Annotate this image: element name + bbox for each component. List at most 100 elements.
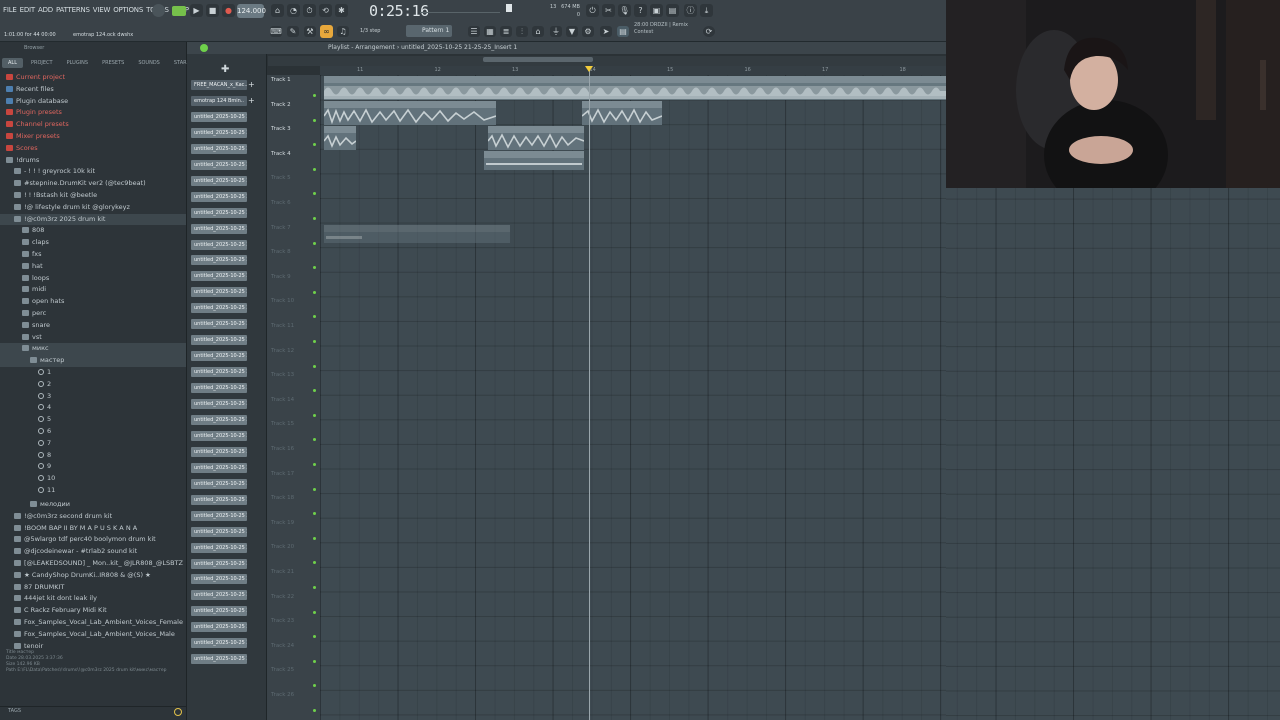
track-label[interactable]: Track 4 <box>271 151 291 157</box>
channel-button[interactable]: untitled_2025-10-25 21- <box>191 303 247 314</box>
browser-item[interactable]: 444jet kit dont leak ily <box>0 593 186 605</box>
track-label[interactable]: Track 8 <box>271 249 291 255</box>
channel-button[interactable]: untitled_2025-10-25 21- <box>191 399 247 409</box>
send-button[interactable]: ➤ <box>600 26 612 37</box>
track-label[interactable]: Track 3 <box>271 126 291 132</box>
browser-item[interactable]: [@LEAKEDSOUND] _ Mon..kit_ @JLR808_@LSBT… <box>0 558 186 570</box>
track-label[interactable]: Track 19 <box>271 520 294 526</box>
channel-button[interactable]: untitled_2025-10-25 21- <box>191 383 247 394</box>
channel-button[interactable]: untitled_2025-10-25 21- <box>191 414 247 425</box>
channel-button[interactable]: untitled_2025-10-25 21- <box>191 590 247 601</box>
channel-button[interactable]: untitled_2025-10-25 21- <box>191 574 247 585</box>
track-label[interactable]: Track 10 <box>271 298 294 304</box>
pattern-song-toggle[interactable] <box>172 6 186 16</box>
master-volume-knob[interactable] <box>152 4 165 17</box>
track-label[interactable]: Track 13 <box>271 372 294 378</box>
channel-button[interactable]: untitled_2025-10-25 21- <box>191 351 247 362</box>
browser-item[interactable]: vst <box>0 332 186 344</box>
audio-clip-track-2b[interactable]: untitled_2025-1...-47_Insert 1 <box>582 101 662 125</box>
playlist-button[interactable]: ☰ <box>468 26 480 37</box>
channel-button[interactable]: untitled_2025-10-25 21- <box>191 462 247 473</box>
channel-button[interactable]: untitled_2025-10-25 21- <box>191 510 247 521</box>
browser-button[interactable]: ⌂ <box>532 26 544 37</box>
tab-presets[interactable]: PRESETS <box>96 58 130 68</box>
track-label[interactable]: Track 5 <box>271 175 291 181</box>
track-label[interactable]: Track 16 <box>271 446 294 452</box>
channel-button[interactable]: untitled_2025-10-25 21- <box>191 494 247 505</box>
browser-item[interactable]: ! ! !Bstash kit @beetle <box>0 190 186 202</box>
stamp-button[interactable]: ♫ <box>337 26 349 37</box>
search-icon[interactable] <box>174 708 182 716</box>
info-button[interactable]: ⓘ <box>684 4 697 17</box>
browser-item[interactable]: 5 <box>0 414 186 426</box>
channel-button[interactable]: FREE_MACAN_x_Kac.. <box>191 80 247 90</box>
channel-button[interactable]: untitled_2025-10-25 21- <box>191 526 247 537</box>
help-button[interactable]: ? <box>634 4 647 17</box>
track-label[interactable]: Track 20 <box>271 544 294 550</box>
track-mute-led-icon[interactable] <box>313 659 316 663</box>
channel-button[interactable]: untitled_2025-10-25 21- <box>191 542 247 553</box>
track-label[interactable]: Track 11 <box>271 323 294 329</box>
timeline-ruler[interactable] <box>320 66 946 75</box>
channel-button[interactable]: untitled_2025-10-25 21- <box>191 223 247 234</box>
plugin-db-button[interactable]: ⏚ <box>550 26 562 37</box>
browser-item[interactable]: мелодии <box>0 499 186 511</box>
link-button[interactable]: ∞ <box>320 25 333 38</box>
browser-item[interactable]: 9 <box>0 461 186 473</box>
browser-item[interactable]: Fox_Samples_Vocal_Lab_Ambient_Voices_Fem… <box>0 617 186 629</box>
track-mute-led-icon[interactable] <box>313 290 316 294</box>
channel-rack-button[interactable]: ≣ <box>500 26 512 37</box>
snap-step-select[interactable]: 1/3 step <box>360 25 390 37</box>
add-to-playlist-icon[interactable]: + <box>248 80 256 90</box>
browser-item[interactable]: 3 <box>0 391 186 403</box>
mic-button[interactable]: 🎙 <box>618 4 631 17</box>
channel-button[interactable]: untitled_2025-10-25 21- <box>191 271 247 282</box>
tab-plugins[interactable]: PLUGINS <box>61 58 94 68</box>
browser-item[interactable]: Mixer presets <box>0 131 186 143</box>
blend-button[interactable]: ✱ <box>335 4 348 17</box>
channel-button[interactable]: untitled_2025-10-25 21- <box>191 638 247 649</box>
track-label[interactable]: Track 6 <box>271 200 291 206</box>
browser-item[interactable]: C Rackz February Midi Kit <box>0 605 186 617</box>
menu-options[interactable]: OPTIONS <box>113 6 143 14</box>
browser-item[interactable]: ★ CandyShop DrumKi..IR808 & @(S) ★ <box>0 570 186 582</box>
browser-item[interactable]: hat <box>0 261 186 273</box>
channel-button[interactable]: untitled_2025-10-25 21- <box>191 159 247 170</box>
track-mute-led-icon[interactable] <box>313 413 316 417</box>
browser-item[interactable]: Recent files <box>0 84 186 96</box>
tags-label[interactable]: TAGS <box>8 708 21 714</box>
save-button[interactable]: ▣ <box>650 4 663 17</box>
track-mute-led-icon[interactable] <box>313 167 316 171</box>
browser-item[interactable]: !BOOM BAP II BY M A P U S K A N A <box>0 523 186 535</box>
browser-item[interactable]: мастер <box>0 355 186 367</box>
menu-add[interactable]: ADD <box>38 6 53 14</box>
playlist-grid[interactable] <box>320 75 946 720</box>
channel-button[interactable]: untitled_2025-10-25 21- <box>191 430 247 441</box>
master-pitch-slider[interactable] <box>506 4 512 12</box>
channel-button[interactable]: untitled_2025-10-25 21- <box>191 335 247 346</box>
browser-item[interactable]: 2 <box>0 379 186 391</box>
track-label[interactable]: Track 18 <box>271 495 294 501</box>
track-label[interactable]: Track 21 <box>271 569 294 575</box>
loop-record-button[interactable]: ⟲ <box>319 4 332 17</box>
mixer-window-button[interactable]: ⫶ <box>516 26 528 37</box>
browser-item[interactable]: микс <box>0 343 186 356</box>
track-label[interactable]: Track 14 <box>271 397 294 403</box>
channel-button[interactable]: untitled_2025-10-25 21- <box>191 558 247 569</box>
browser-item[interactable]: 8 <box>0 450 186 462</box>
track-mute-led-icon[interactable] <box>313 586 316 589</box>
countdown-button[interactable]: ⏱ <box>303 4 316 17</box>
track-label[interactable]: Track 2 <box>271 102 291 108</box>
track-label[interactable]: Track 24 <box>271 643 294 649</box>
mixer-button[interactable]: ✂ <box>602 4 615 17</box>
browser-item[interactable]: Plugin database <box>0 96 186 108</box>
browser-item[interactable]: Scores <box>0 143 186 155</box>
track-mute-led-icon[interactable] <box>313 610 316 614</box>
browser-item[interactable]: perc <box>0 308 186 320</box>
track-mute-led-icon[interactable] <box>313 536 316 540</box>
channel-button[interactable]: untitled_2025-10-25 21- <box>191 143 247 154</box>
track-mute-led-icon[interactable] <box>313 94 316 97</box>
add-channel-icon[interactable]: ✚ <box>221 64 229 75</box>
browser-item[interactable]: 4 <box>0 402 186 414</box>
channel-button[interactable]: untitled_2025-10-25 21- <box>191 127 247 138</box>
